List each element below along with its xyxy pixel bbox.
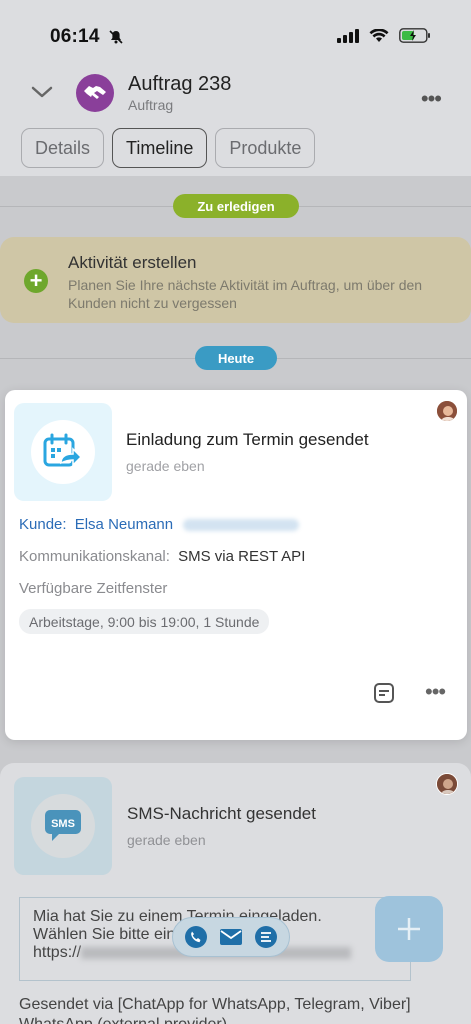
sms-icon-label: SMS — [51, 818, 75, 830]
sms-sent-card[interactable]: SMS SMS-Nachricht gesendet gerade eben M… — [0, 763, 471, 1024]
status-time: 06:14 — [50, 26, 100, 47]
customer-label: Kunde: — [19, 516, 67, 533]
appointment-invitation-card[interactable]: Einladung zum Termin gesendet gerade ebe… — [5, 390, 467, 740]
create-activity-description: Planen Sie Ihre nächste Aktivität im Auf… — [68, 277, 423, 311]
deal-header: Auftrag 238 Auftrag ••• Details Timeline… — [0, 64, 471, 176]
deal-avatar — [76, 74, 114, 112]
plus-icon — [398, 918, 420, 940]
channel-value: SMS via REST API — [178, 548, 306, 565]
wifi-icon — [369, 28, 389, 42]
handshake-icon — [84, 86, 106, 99]
channel-row: Kommunikationskanal: SMS via REST API — [19, 548, 305, 565]
status-bar: 06:14 — [0, 0, 471, 64]
more-icon[interactable]: ••• — [421, 86, 442, 112]
chat-icon — [254, 926, 277, 948]
deal-title: Auftrag 238 — [128, 73, 232, 95]
tab-details[interactable]: Details — [21, 128, 105, 168]
today-section-pill: Heute — [195, 346, 277, 370]
create-activity-title: Aktivität erstellen — [68, 253, 197, 272]
chat-button[interactable] — [252, 923, 280, 951]
create-activity-card[interactable]: + Aktivität erstellen Planen Sie Ihre nä… — [0, 237, 471, 323]
invitation-time: gerade eben — [126, 458, 205, 474]
time-slot-chip: Arbeitstage, 9:00 bis 19:00, 1 Stunde — [19, 609, 270, 634]
customer-phone-redacted — [183, 519, 300, 532]
card-more-icon[interactable]: ••• — [425, 679, 446, 705]
tab-bar: Details Timeline Produkte — [21, 128, 316, 168]
sms-time: gerade eben — [127, 832, 206, 848]
avatar — [436, 773, 458, 795]
signal-icon — [337, 28, 359, 43]
todo-section-pill: Zu erledigen — [173, 194, 299, 218]
tab-produkte[interactable]: Produkte — [215, 128, 316, 168]
add-button[interactable] — [375, 896, 443, 962]
sms-title: SMS-Nachricht gesendet — [127, 804, 316, 823]
slots-label: Verfügbare Zeitfenster — [19, 580, 168, 597]
chevron-down-icon[interactable] — [30, 84, 54, 100]
customer-row: Kunde: Elsa Neumann — [19, 516, 300, 533]
channel-label: Kommunikationskanal: — [19, 548, 170, 565]
email-button[interactable] — [217, 923, 245, 951]
deal-subtitle: Auftrag — [128, 97, 174, 113]
invitation-title: Einladung zum Termin gesendet — [126, 430, 369, 449]
tab-timeline[interactable]: Timeline — [112, 128, 208, 168]
call-button[interactable] — [182, 923, 210, 951]
avatar — [436, 400, 458, 422]
battery-charging-icon — [399, 28, 430, 43]
user-photo-icon — [437, 401, 457, 421]
bell-muted-icon — [109, 30, 123, 44]
user-photo-icon — [437, 774, 457, 794]
customer-name-link[interactable]: Elsa Neumann — [75, 516, 173, 533]
calendar-forward-icon — [43, 433, 83, 467]
phone-icon — [185, 926, 208, 948]
sms-sent-via: Gesendet via [ChatApp for WhatsApp, Tele… — [19, 996, 411, 1024]
quick-action-bar — [172, 917, 290, 957]
invitation-icon-box — [14, 403, 112, 501]
note-icon[interactable] — [373, 682, 395, 704]
sms-link-prefix: https:// — [33, 944, 82, 961]
sms-icon-box: SMS — [14, 777, 112, 875]
sms-bubble-icon: SMS — [45, 810, 81, 841]
plus-icon: + — [24, 269, 48, 293]
status-indicators — [337, 28, 431, 43]
mail-icon — [219, 929, 242, 945]
